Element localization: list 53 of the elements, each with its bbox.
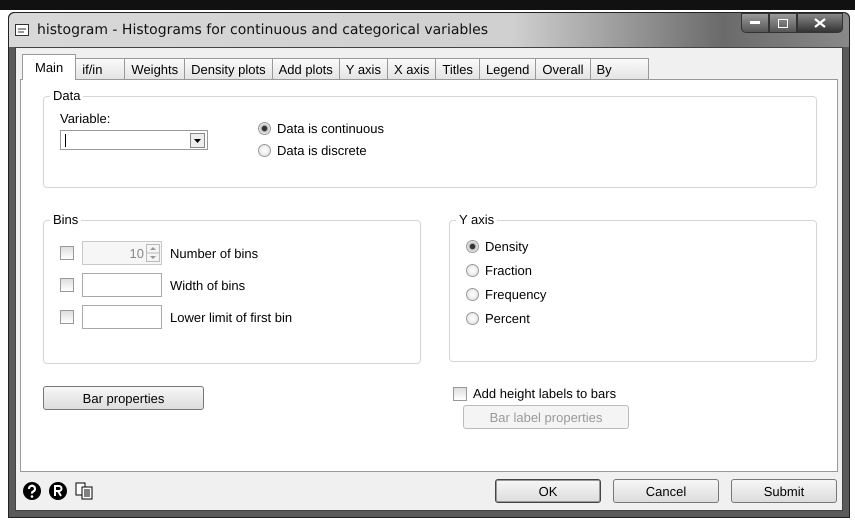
minimize-icon	[750, 21, 760, 25]
reset-icon[interactable]	[48, 481, 68, 501]
group-title: Y axis	[456, 212, 498, 227]
variable-dropdown[interactable]	[60, 130, 208, 150]
close-icon	[814, 18, 826, 28]
field-label: Variable:	[60, 111, 112, 126]
radio-label: Frequency	[485, 287, 546, 302]
tab[interactable]: if/in	[75, 58, 126, 80]
tab[interactable]: Density plots	[184, 58, 273, 80]
help-icon[interactable]	[22, 481, 42, 501]
dialog-button[interactable]: Submit	[731, 479, 837, 503]
dialog-button[interactable]: Cancel	[613, 479, 719, 503]
tab[interactable]: Overall	[535, 58, 591, 80]
tab[interactable]: Weights	[124, 58, 186, 80]
input-field[interactable]	[82, 273, 162, 297]
tab[interactable]: Titles	[435, 58, 480, 80]
radio-button[interactable]	[466, 240, 479, 253]
radio-label: Density	[485, 239, 528, 254]
spinner-arrows-icon	[146, 244, 160, 262]
bar-properties-button[interactable]: Bar properties	[43, 386, 204, 410]
window-icon	[15, 24, 29, 36]
field-label: Lower limit of first bin	[170, 310, 292, 324]
dialog-button[interactable]: OK	[495, 479, 601, 503]
radio-button[interactable]	[466, 288, 479, 301]
tab[interactable]: Y axis	[338, 58, 388, 80]
group-title: Data	[50, 88, 84, 103]
minimize-button[interactable]	[741, 13, 769, 33]
tab[interactable]: Add plots	[272, 58, 340, 80]
maximize-icon	[778, 18, 788, 28]
tab[interactable]: X axis	[386, 58, 436, 80]
tab[interactable]: Main	[22, 54, 76, 80]
group-title: Bins	[50, 212, 82, 227]
close-button[interactable]	[797, 13, 843, 33]
copy-icon[interactable]	[74, 481, 94, 501]
checkbox-label: Add height labels to bars	[473, 386, 616, 401]
radio-button[interactable]	[466, 312, 479, 325]
radio-button[interactable]	[466, 264, 479, 277]
tab[interactable]: Legend	[478, 58, 536, 80]
radio-button[interactable]	[258, 122, 271, 135]
tab[interactable]: By	[590, 58, 649, 80]
field-label: Width of bins	[170, 278, 246, 292]
maximize-button[interactable]	[769, 13, 797, 33]
radio-button[interactable]	[258, 144, 271, 157]
checkbox[interactable]	[60, 310, 74, 324]
field-label: Number of bins	[170, 246, 258, 260]
radio-label: Data is discrete	[277, 143, 367, 158]
input-field[interactable]	[82, 305, 162, 329]
window-title: histogram - Histograms for continuous and categorical variables	[37, 22, 488, 38]
checkbox[interactable]	[453, 386, 467, 400]
radio-label: Percent	[485, 311, 530, 326]
checkbox[interactable]	[60, 278, 74, 292]
radio-label: Fraction	[485, 263, 532, 278]
radio-label: Data is continuous	[277, 121, 384, 136]
